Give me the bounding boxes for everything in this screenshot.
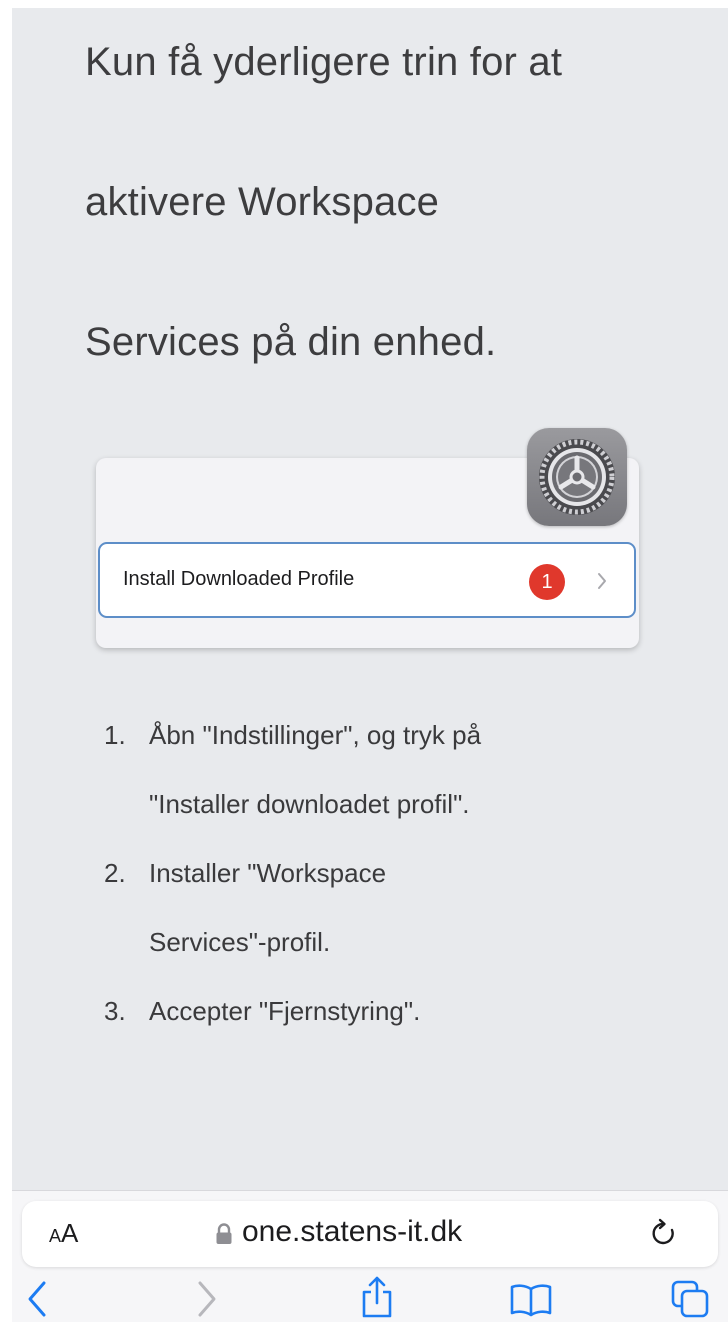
bookmarks-icon[interactable]	[509, 1279, 553, 1319]
step-text-line: "Installer downloadet profil".	[149, 789, 470, 819]
share-icon[interactable]	[360, 1275, 394, 1319]
step-item: 2. Installer "Workspace Services"-profil…	[104, 839, 481, 977]
instruction-steps: 1. Åbn "Indstillinger", og tryk på "Inst…	[104, 701, 481, 1046]
install-profile-label: Install Downloaded Profile	[123, 568, 355, 590]
step-item: 3. Accepter "Fjernstyring".	[104, 977, 481, 1046]
settings-gear-icon	[527, 428, 627, 526]
chevron-right-icon	[598, 573, 606, 589]
text-size-button[interactable]: AA	[49, 1218, 78, 1249]
step-number: 3.	[104, 996, 126, 1026]
heading-line-2: aktivere Workspace	[85, 180, 440, 224]
browser-toolbar: AA one.statens-it.dk	[12, 1190, 728, 1322]
step-text-line: Installer "Workspace	[149, 858, 387, 888]
step-text-line: Services"-profil.	[149, 927, 331, 957]
heading-line-3: Services på din enhed.	[85, 320, 497, 364]
address-bar[interactable]: AA one.statens-it.dk	[22, 1201, 718, 1267]
install-profile-row: Install Downloaded Profile 1	[98, 542, 636, 618]
step-text-line: Accepter "Fjernstyring".	[149, 996, 421, 1026]
tabs-icon[interactable]	[670, 1279, 710, 1319]
forward-icon[interactable]	[194, 1279, 220, 1319]
notification-badge: 1	[529, 564, 565, 600]
step-number: 2.	[104, 858, 126, 888]
step-text-line: Åbn "Indstillinger", og tryk på	[149, 720, 482, 750]
lock-icon	[216, 1223, 232, 1244]
url-text[interactable]: one.statens-it.dk	[242, 1215, 462, 1249]
heading-line-1: Kun få yderligere trin for at	[85, 40, 563, 84]
reload-icon[interactable]	[650, 1218, 678, 1248]
step-item: 1. Åbn "Indstillinger", og tryk på "Inst…	[104, 701, 481, 839]
web-page-content: Kun få yderligere trin for at aktivere W…	[12, 8, 728, 1321]
step-number: 1.	[104, 720, 126, 750]
back-icon[interactable]	[24, 1279, 50, 1319]
